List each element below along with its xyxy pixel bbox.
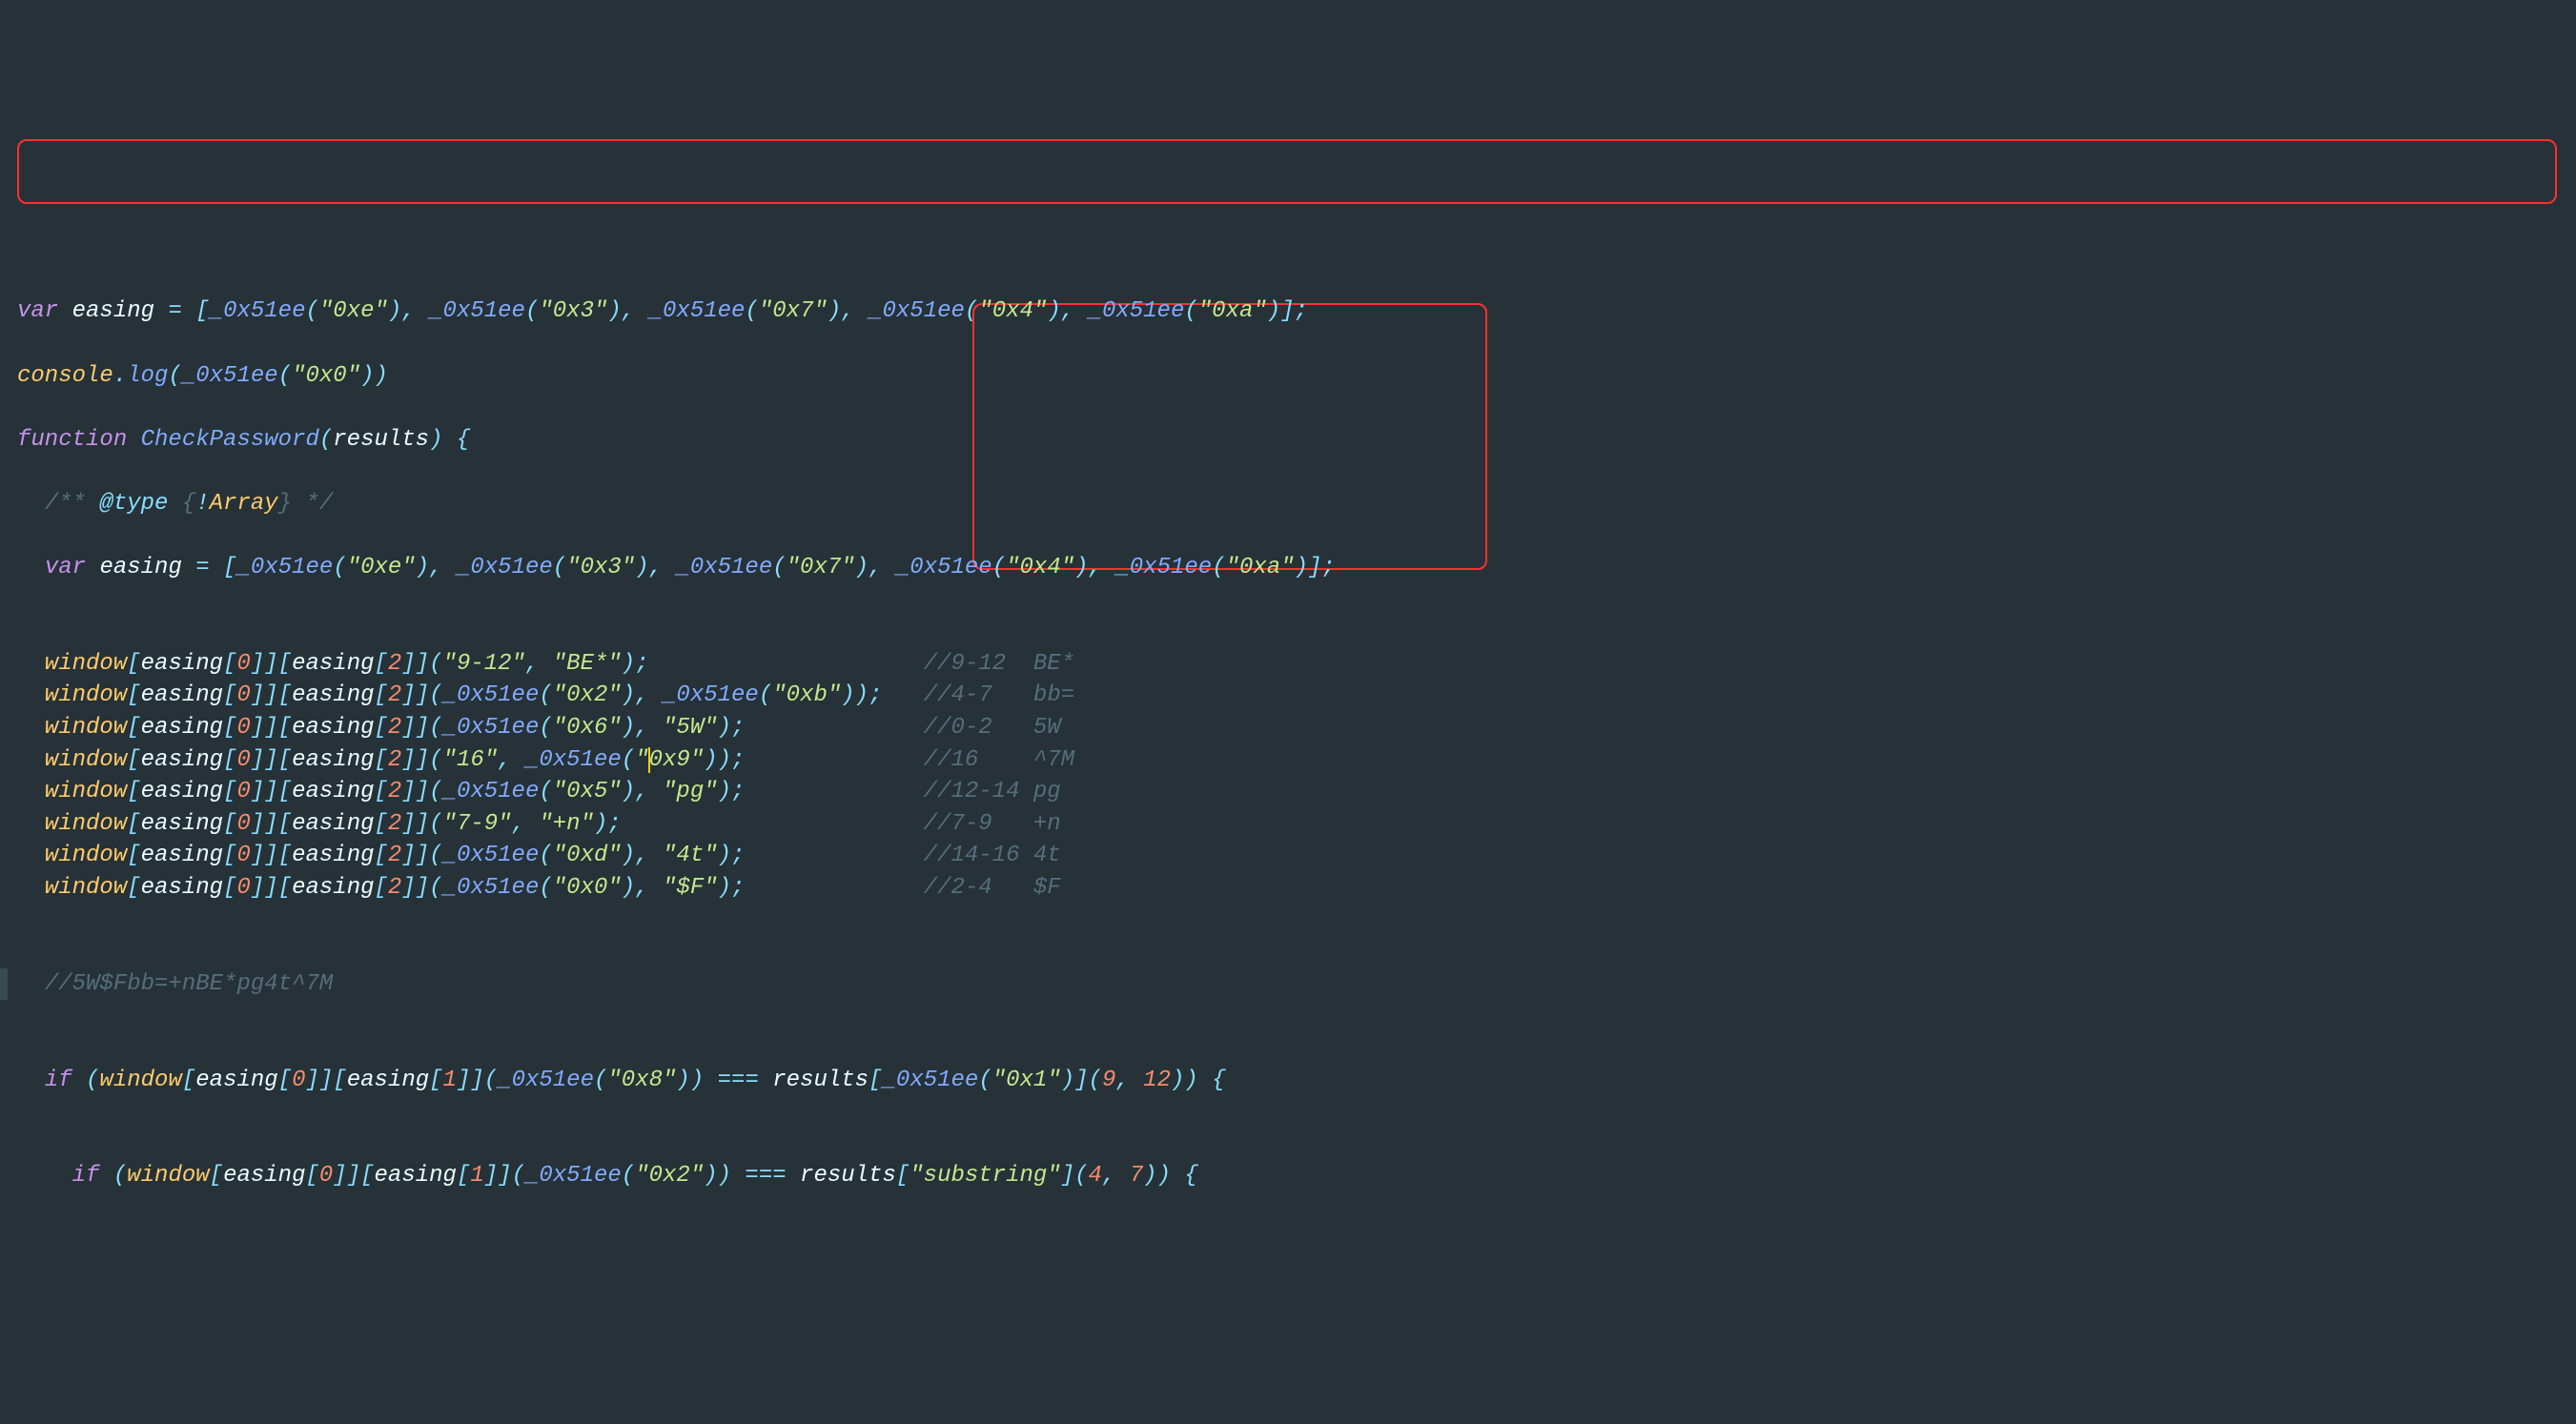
- code-line: window[easing[0]][easing[2]]("16", _0x51…: [0, 744, 2576, 777]
- function-name: CheckPassword: [141, 427, 319, 453]
- code-line: window[easing[0]][easing[2]](_0x51ee("0x…: [0, 840, 2576, 872]
- window-object: window: [45, 779, 127, 804]
- inline-comment: //9-12 BE*: [924, 651, 1074, 677]
- obfuscated-fn: _0x51ee: [236, 555, 333, 580]
- inline-comment: //14-16 4t: [924, 843, 1061, 868]
- inline-comment: //0-2 5W: [924, 715, 1061, 741]
- code-editor[interactable]: var easing = [_0x51ee("0xe"), _0x51ee("0…: [0, 135, 2576, 1256]
- code-line: //5W$Fbb=+nBE*pg4t^7M: [0, 968, 2576, 1001]
- highlight-box-1: [17, 139, 2557, 204]
- inline-comment: //16 ^7M: [924, 747, 1074, 773]
- jsdoc-comment: /** @type {!Array} */: [45, 491, 333, 517]
- obfuscated-fn: _0x51ee: [869, 298, 965, 324]
- window-object: window: [45, 747, 127, 773]
- keyword-function: function: [17, 427, 127, 453]
- code-line: if (window[easing[0]][easing[1]](_0x51ee…: [0, 1065, 2576, 1097]
- code-line: window[easing[0]][easing[2]](_0x51ee("0x…: [0, 776, 2576, 808]
- code-line: /** @type {!Array} */: [0, 488, 2576, 520]
- comment-password: //5W$Fbb=+nBE*pg4t^7M: [45, 971, 333, 997]
- obfuscated-fn: _0x51ee: [649, 298, 746, 324]
- window-object: window: [45, 651, 127, 677]
- window-object: window: [45, 843, 127, 868]
- code-line: window[easing[0]][easing[2]](_0x51ee("0x…: [0, 712, 2576, 744]
- gutter-mark: [0, 968, 8, 1001]
- obfuscated-fn: _0x51ee: [896, 555, 992, 580]
- window-object: window: [45, 875, 127, 901]
- inline-comment: //2-4 $F: [924, 875, 1061, 901]
- code-line: window[easing[0]][easing[2]]("7-9", "+n"…: [0, 808, 2576, 841]
- code-line: var easing = [_0x51ee("0xe"), _0x51ee("0…: [0, 295, 2576, 328]
- window-object: window: [45, 715, 127, 741]
- inline-comment: //4-7 bb=: [924, 682, 1074, 708]
- obfuscated-fn: _0x51ee: [1089, 298, 1185, 324]
- window-object: window: [45, 682, 127, 708]
- log-method: log: [127, 363, 168, 389]
- code-line: window[easing[0]][easing[2]](_0x51ee("0x…: [0, 872, 2576, 905]
- obfuscated-fn: _0x51ee: [429, 298, 525, 324]
- obfuscated-fn: _0x51ee: [676, 555, 772, 580]
- code-line: var easing = [_0x51ee("0xe"), _0x51ee("0…: [0, 552, 2576, 584]
- code-line: console.log(_0x51ee("0x0")): [0, 360, 2576, 393]
- console-object: console: [17, 363, 113, 389]
- keyword-var: var: [17, 298, 58, 324]
- code-line: function CheckPassword(results) {: [0, 424, 2576, 457]
- code-line: if (window[easing[0]][easing[1]](_0x51ee…: [0, 1160, 2576, 1192]
- identifier: easing: [72, 298, 154, 324]
- obfuscated-fn: _0x51ee: [1115, 555, 1212, 580]
- obfuscated-fn: _0x51ee: [210, 298, 306, 324]
- code-line: window[easing[0]][easing[2]]("9-12", "BE…: [0, 648, 2576, 681]
- obfuscated-fn: _0x51ee: [457, 555, 553, 580]
- inline-comment: //12-14 pg: [924, 779, 1061, 804]
- code-line: window[easing[0]][easing[2]](_0x51ee("0x…: [0, 680, 2576, 712]
